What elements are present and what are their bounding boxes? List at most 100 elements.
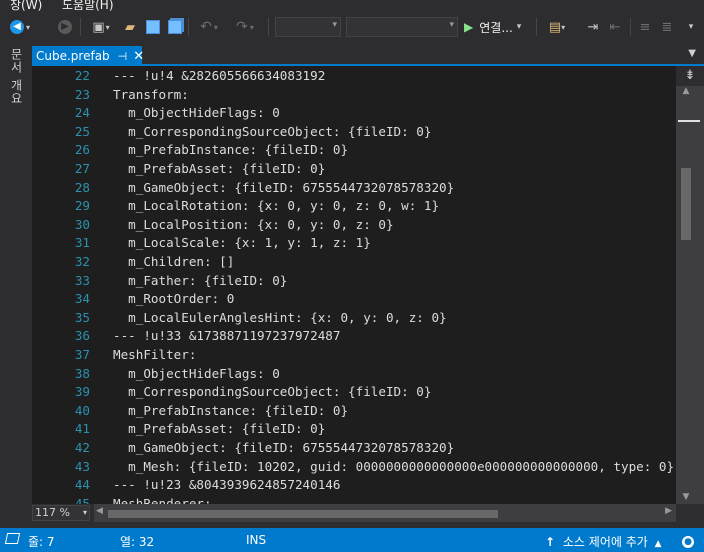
scroll-down-icon[interactable]: ▼ <box>676 492 696 502</box>
horizontal-scrollbar[interactable]: ◀ ▶ <box>94 504 676 522</box>
code-text[interactable]: Transform: <box>113 86 189 105</box>
undo-button[interactable]: ↶ ▾ <box>194 18 224 36</box>
code-text[interactable]: m_LocalScale: {x: 1, y: 1, z: 1} <box>113 234 371 253</box>
code-line[interactable]: 36 --- !u!33 &1738871197237972487 <box>32 327 676 346</box>
line-number: 26 <box>74 142 90 158</box>
scroll-up-icon[interactable]: ▲ <box>676 86 696 96</box>
status-bar: 줄: 7 열: 32 INS ↑ 소스 제어에 추가 ▲ ● <box>0 528 704 552</box>
solution-platform-dropdown[interactable]: ▾ <box>346 17 458 37</box>
toolbar-overflow-button[interactable]: ▾ <box>684 18 698 36</box>
code-line[interactable]: 32 m_Children: [] <box>32 253 676 272</box>
back-button[interactable]: ◀ ▾ <box>6 18 34 36</box>
code-text[interactable]: m_PrefabInstance: {fileID: 0} <box>113 141 348 160</box>
split-window-icon[interactable]: ⇟ <box>676 66 704 86</box>
horizontal-scrollbar-thumb[interactable] <box>108 510 498 518</box>
find-in-files-button[interactable]: ▤ ▾ <box>542 18 572 36</box>
code-text[interactable]: m_LocalEulerAnglesHint: {x: 0, y: 0, z: … <box>113 309 446 328</box>
code-text[interactable]: MeshRenderer: <box>113 495 212 504</box>
code-text[interactable]: m_LocalRotation: {x: 0, y: 0, z: 0, w: 1… <box>113 197 439 216</box>
save-all-icon <box>168 20 182 34</box>
code-line[interactable]: 33 m_Father: {fileID: 0} <box>32 272 676 291</box>
connect-button[interactable]: ▶ 연결... ▾ <box>464 18 532 36</box>
code-editor[interactable]: 22 --- !u!4 &282605566634083192 23 Transfor… <box>32 66 676 504</box>
redo-button[interactable]: ↷ ▾ <box>230 18 260 36</box>
new-project-button[interactable]: ▣ ▾ <box>86 18 116 36</box>
indent-button[interactable]: ⇥ <box>584 18 602 36</box>
status-window-icon <box>4 533 21 547</box>
line-number: 41 <box>74 421 90 437</box>
connect-label: 연결... <box>479 20 513 35</box>
scroll-right-icon[interactable]: ▶ <box>665 506 672 516</box>
code-text[interactable]: m_PrefabAsset: {fileID: 0} <box>113 160 325 179</box>
code-text[interactable]: m_PrefabInstance: {fileID: 0} <box>113 402 348 421</box>
code-line[interactable]: 44 --- !u!23 &8043939624857240146 <box>32 476 676 495</box>
code-text[interactable]: m_CorrespondingSourceObject: {fileID: 0} <box>113 123 431 142</box>
code-line[interactable]: 29 m_LocalRotation: {x: 0, y: 0, z: 0, w… <box>32 197 676 216</box>
close-icon[interactable]: ✕ <box>133 49 144 64</box>
code-line[interactable]: 22 --- !u!4 &282605566634083192 <box>32 67 676 86</box>
uncomment-button[interactable]: ≣ <box>658 18 676 36</box>
outdent-button[interactable]: ⇤ <box>606 18 624 36</box>
tab-list-dropdown-icon[interactable]: ▼ <box>688 48 696 59</box>
code-line[interactable]: 25 m_CorrespondingSourceObject: {fileID:… <box>32 123 676 142</box>
code-text[interactable]: --- !u!23 &8043939624857240146 <box>113 476 340 495</box>
line-number: 37 <box>74 347 90 362</box>
code-text[interactable]: m_GameObject: {fileID: 67555447320785783… <box>113 179 454 198</box>
open-folder-icon: ▰ <box>125 19 135 35</box>
code-line[interactable]: 39 m_CorrespondingSourceObject: {fileID:… <box>32 383 676 402</box>
code-text[interactable]: m_Father: {fileID: 0} <box>113 272 287 291</box>
code-text[interactable]: m_PrefabAsset: {fileID: 0} <box>113 420 325 439</box>
code-text[interactable]: m_RootOrder: 0 <box>113 290 234 309</box>
menu-window[interactable]: 창(W) <box>10 0 42 12</box>
zoom-level-dropdown[interactable]: 117 % ▾ <box>32 505 90 521</box>
code-line[interactable]: 43 m_Mesh: {fileID: 10202, guid: 0000000… <box>32 458 676 477</box>
code-line[interactable]: 41 m_PrefabAsset: {fileID: 0} <box>32 420 676 439</box>
line-number: 31 <box>74 235 90 251</box>
code-text[interactable]: m_ObjectHideFlags: 0 <box>113 365 280 384</box>
code-line[interactable]: 42 m_GameObject: {fileID: 67555447320785… <box>32 439 676 458</box>
code-text[interactable]: m_ObjectHideFlags: 0 <box>113 104 280 123</box>
vertical-scrollbar[interactable]: ⇟ ▲ ▼ <box>676 66 704 504</box>
status-insert-mode: INS <box>246 533 267 547</box>
line-number: 38 <box>74 365 90 381</box>
code-text[interactable]: m_Mesh: {fileID: 10202, guid: 0000000000… <box>113 458 674 477</box>
code-line[interactable]: 34 m_RootOrder: 0 <box>32 290 676 309</box>
document-outline-tab[interactable]: 문서 개요 <box>8 48 25 105</box>
code-line[interactable]: 37 MeshFilter: <box>32 346 676 365</box>
code-line[interactable]: 45 MeshRenderer: <box>32 495 676 504</box>
code-line[interactable]: 27 m_PrefabAsset: {fileID: 0} <box>32 160 676 179</box>
code-text[interactable]: MeshFilter: <box>113 346 196 365</box>
comment-button[interactable]: ≡ <box>636 18 654 36</box>
code-line[interactable]: 23 Transform: <box>32 86 676 105</box>
tab-cube-prefab[interactable]: Cube.prefab ⊣ ✕ <box>32 46 144 66</box>
forward-button[interactable]: ▶ <box>56 18 74 36</box>
open-file-button[interactable]: ▰ <box>120 18 140 36</box>
pin-icon[interactable]: ⊣ <box>118 50 128 63</box>
code-text[interactable]: --- !u!33 &1738871197237972487 <box>113 327 340 346</box>
code-line[interactable]: 31 m_LocalScale: {x: 1, y: 1, z: 1} <box>32 234 676 253</box>
toolbar-separator <box>630 18 631 36</box>
line-number: 32 <box>74 254 90 269</box>
code-text[interactable]: m_CorrespondingSourceObject: {fileID: 0} <box>113 383 431 402</box>
scroll-left-icon[interactable]: ◀ <box>96 506 103 516</box>
code-text[interactable]: m_LocalPosition: {x: 0, y: 0, z: 0} <box>113 216 393 235</box>
code-text[interactable]: m_Children: [] <box>113 253 234 272</box>
code-text[interactable]: m_GameObject: {fileID: 67555447320785783… <box>113 439 454 458</box>
code-line[interactable]: 40 m_PrefabInstance: {fileID: 0} <box>32 402 676 421</box>
menu-help[interactable]: 도움말(H) <box>62 0 114 12</box>
code-line[interactable]: 26 m_PrefabInstance: {fileID: 0} <box>32 141 676 160</box>
code-text[interactable]: --- !u!4 &282605566634083192 <box>113 67 325 86</box>
solution-config-dropdown[interactable]: ▾ <box>275 17 341 37</box>
save-button[interactable] <box>144 18 162 36</box>
scrollbar-thumb[interactable] <box>681 168 691 240</box>
line-number: 27 <box>74 161 90 176</box>
notifications-icon[interactable]: ● <box>682 533 694 548</box>
code-line[interactable]: 24 m_ObjectHideFlags: 0 <box>32 104 676 123</box>
source-control-button[interactable]: ↑ 소스 제어에 추가 ▲ <box>545 533 662 550</box>
code-line[interactable]: 28 m_GameObject: {fileID: 67555447320785… <box>32 179 676 198</box>
code-line[interactable]: 35 m_LocalEulerAnglesHint: {x: 0, y: 0, … <box>32 309 676 328</box>
code-line[interactable]: 30 m_LocalPosition: {x: 0, y: 0, z: 0} <box>32 216 676 235</box>
code-line[interactable]: 38 m_ObjectHideFlags: 0 <box>32 365 676 384</box>
save-all-button[interactable] <box>166 18 184 36</box>
editor-bottom-bar: 117 % ▾ ◀ ▶ <box>32 504 704 522</box>
